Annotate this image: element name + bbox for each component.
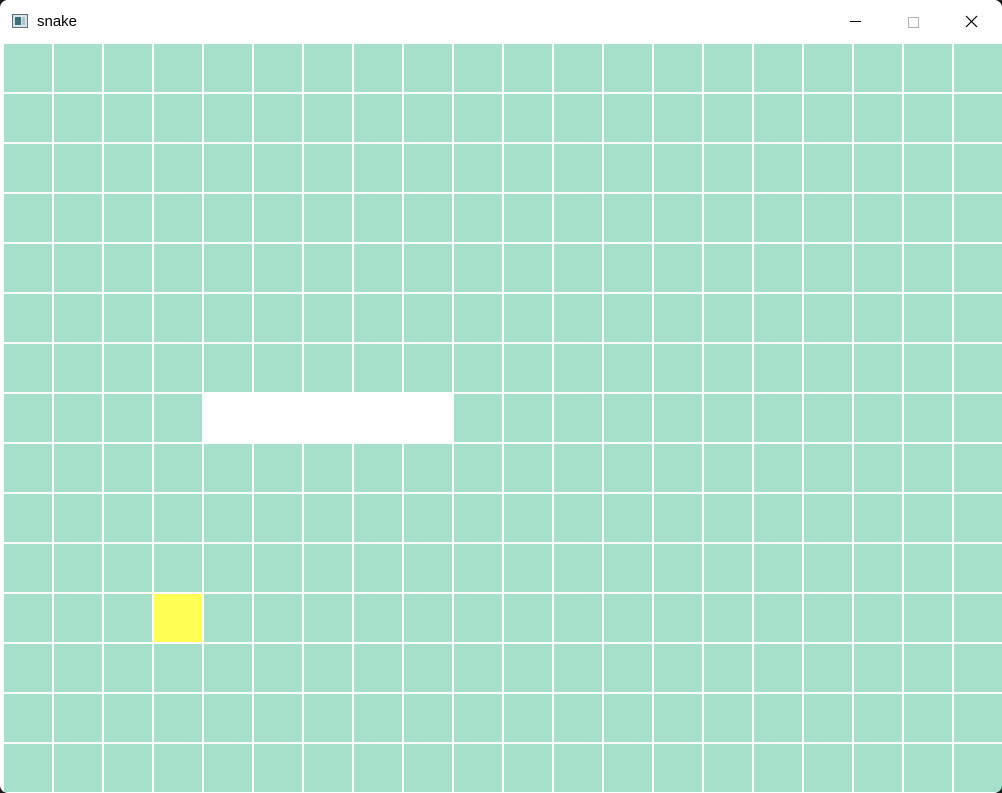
snake-segment: [204, 394, 254, 442]
window-title: snake: [37, 13, 78, 30]
minimize-button[interactable]: [826, 0, 884, 43]
maximize-button[interactable]: [884, 0, 942, 43]
food-pellet: [154, 594, 202, 642]
maximize-icon: [908, 17, 919, 28]
close-button[interactable]: [942, 0, 1000, 43]
close-icon: [965, 15, 978, 28]
title-bar[interactable]: snake: [0, 0, 1002, 43]
game-board[interactable]: [2, 42, 1002, 792]
snake-segment: [304, 394, 354, 442]
snake-segment: [254, 394, 304, 442]
app-window-icon: [12, 14, 28, 28]
app-window: snake: [0, 0, 1002, 793]
snake-segment: [354, 394, 404, 442]
snake-head: [404, 394, 454, 442]
minimize-icon: [850, 21, 861, 22]
